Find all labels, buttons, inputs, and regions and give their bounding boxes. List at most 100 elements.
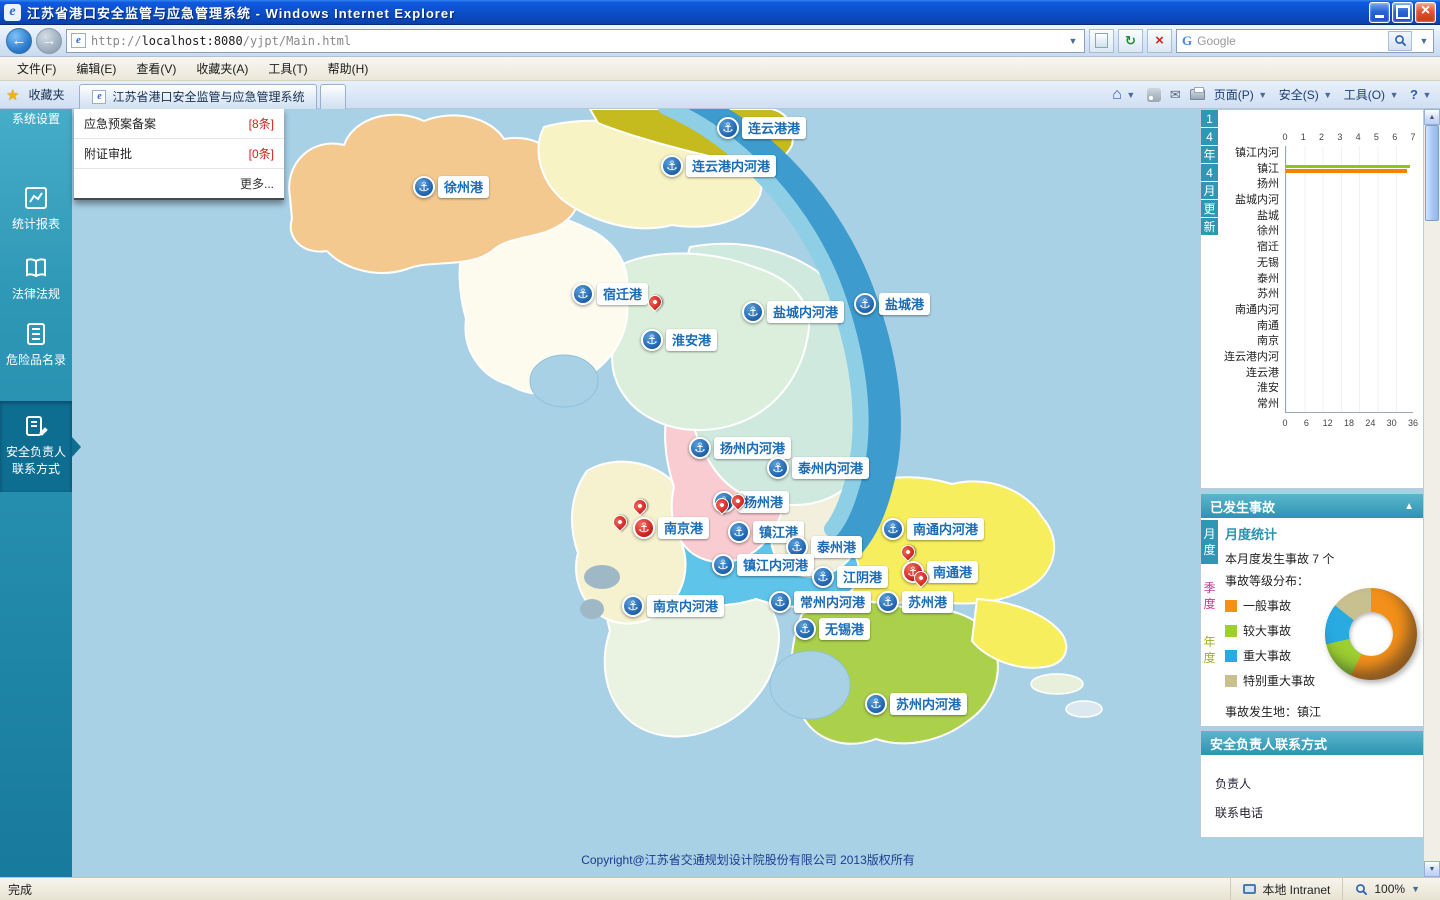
port-marker[interactable]: ⚓ 无锡港 [794, 618, 871, 640]
stop-button[interactable]: × [1147, 28, 1172, 53]
home-dropdown-icon[interactable]: ▼ [1124, 90, 1138, 100]
sidebar-item-hazmat-list[interactable]: 危险品名录 [0, 321, 72, 369]
port-marker[interactable]: ⚓ 南通内河港 [882, 518, 985, 540]
sidebar-item-statistics[interactable]: 统计报表 [0, 185, 72, 233]
menu-favorites[interactable]: 收藏夹(A) [187, 57, 257, 80]
port-marker[interactable]: ⚓ 常州内河港 [769, 591, 872, 613]
minimize-button[interactable] [1369, 1, 1390, 23]
port-marker[interactable]: ⚓ 徐州港 [413, 176, 490, 198]
port-marker[interactable]: ⚓ 南京港 [633, 517, 710, 539]
port-label[interactable]: 泰州内河港 [792, 457, 870, 479]
new-tab-button[interactable] [320, 83, 347, 109]
maximize-button[interactable] [1392, 1, 1413, 23]
page-tab[interactable]: e 江苏省港口安全监管与应急管理系统 [79, 83, 318, 109]
url-text[interactable]: http://localhost:8080/yjpt/Main.html [91, 34, 1061, 48]
feed-icon[interactable] [1146, 87, 1161, 102]
zoom-dropdown-icon[interactable]: ▼ [1411, 884, 1420, 894]
port-label[interactable]: 南通港 [927, 561, 979, 583]
incident-pin[interactable] [911, 568, 931, 588]
port-marker[interactable]: ⚓ 苏州港 [877, 591, 954, 613]
port-marker[interactable]: ⚓ 江阴港 [812, 566, 889, 588]
scroll-up-icon[interactable]: ▲ [1424, 109, 1440, 125]
accidents-header[interactable]: 已发生事故 ▲ [1201, 494, 1423, 518]
menu-help[interactable]: 帮助(H) [319, 57, 378, 80]
port-label[interactable]: 徐州港 [438, 176, 490, 198]
port-label[interactable]: 盐城内河港 [767, 301, 845, 323]
accident-period-tab[interactable]: 季度 [1201, 574, 1218, 618]
close-button[interactable] [1415, 1, 1436, 23]
search-dropdown-icon[interactable]: ▼ [1417, 36, 1431, 46]
address-field[interactable]: e http://localhost:8080/yjpt/Main.html ▼ [66, 28, 1085, 53]
port-marker[interactable]: ⚓ 宿迁港 [572, 283, 649, 305]
port-label[interactable]: 南通内河港 [907, 518, 985, 540]
refresh-button[interactable]: ↻ [1118, 28, 1143, 53]
search-box[interactable]: G Google ▼ [1176, 28, 1434, 53]
port-marker[interactable]: ⚓ 扬州内河港 [689, 437, 792, 459]
port-label[interactable]: 苏州港 [902, 591, 954, 613]
port-label[interactable]: 镇江内河港 [737, 554, 815, 576]
mail-icon[interactable]: ✉ [1170, 87, 1181, 103]
port-marker[interactable]: ⚓ 盐城港 [854, 293, 931, 315]
menu-edit[interactable]: 编辑(E) [67, 57, 125, 80]
port-label[interactable]: 盐城港 [879, 293, 931, 315]
scroll-down-icon[interactable]: ▼ [1424, 861, 1440, 877]
menu-view[interactable]: 查看(V) [127, 57, 185, 80]
accident-period-tab[interactable]: 年度 [1201, 628, 1218, 672]
compatibility-view-button[interactable] [1089, 28, 1114, 53]
port-marker[interactable]: ⚓ 淮安港 [641, 329, 718, 351]
port-label[interactable]: 泰州港 [811, 536, 863, 558]
favorites-button[interactable]: 收藏夹 [23, 83, 69, 106]
port-marker[interactable]: ⚓ 镇江内河港 [712, 554, 815, 576]
sidebar-item-safety-contacts[interactable]: 安全负责人联系方式 [0, 401, 81, 492]
home-button[interactable]: ⌂ ▼ [1112, 86, 1138, 104]
help-button[interactable]: ? ▼ [1410, 87, 1434, 102]
accident-period-tab[interactable]: 月度 [1201, 520, 1218, 564]
collapse-arrow-icon[interactable]: ▲ [1404, 501, 1414, 512]
vertical-scrollbar[interactable]: ▲ ▼ [1424, 109, 1440, 877]
port-label[interactable]: 扬州内河港 [714, 437, 792, 459]
forward-button[interactable]: → [36, 27, 62, 54]
port-marker[interactable]: ⚓ 泰州内河港 [767, 457, 870, 479]
port-label[interactable]: 淮安港 [666, 329, 718, 351]
port-marker[interactable]: ⚓ 盐城内河港 [742, 301, 845, 323]
menu-file[interactable]: 文件(F) [8, 57, 65, 80]
port-label[interactable]: 南京港 [658, 517, 710, 539]
menu-tools[interactable]: 工具(T) [259, 57, 316, 80]
port-label[interactable]: 无锡港 [819, 618, 871, 640]
page-menu-button[interactable]: 页面(P) ▼ [1214, 86, 1270, 103]
incident-pin[interactable] [728, 491, 748, 511]
port-marker[interactable]: ⚓ 南京内河港 [622, 595, 725, 617]
sidebar-item-system-settings[interactable]: 系统设置 [0, 111, 72, 128]
port-marker[interactable]: ⚓ 连云港港 [717, 117, 807, 139]
tools-menu-button[interactable]: 工具(O) ▼ [1344, 86, 1401, 103]
port-label[interactable]: 连云港港 [742, 117, 807, 139]
incident-pin[interactable] [630, 496, 650, 516]
incident-pin[interactable] [610, 512, 630, 532]
contacts-header[interactable]: 安全负责人联系方式 [1201, 731, 1423, 755]
url-dropdown-icon[interactable]: ▼ [1066, 36, 1080, 46]
quick-item-certificate-review[interactable]: 附证审批 [0条] [74, 139, 284, 169]
port-label[interactable]: 扬州港 [738, 491, 790, 513]
port-label[interactable]: 南京内河港 [647, 595, 725, 617]
port-label[interactable]: 常州内河港 [794, 591, 872, 613]
scroll-thumb[interactable] [1425, 125, 1439, 221]
print-icon[interactable] [1189, 87, 1205, 100]
port-label[interactable]: 连云港内河港 [686, 155, 777, 177]
security-menu-button[interactable]: 安全(S) ▼ [1279, 86, 1335, 103]
port-marker[interactable]: ⚓ 连云港内河港 [661, 155, 777, 177]
search-input[interactable]: Google [1197, 34, 1383, 48]
zoom-control[interactable]: 100% ▼ [1342, 878, 1432, 900]
port-label[interactable]: 苏州内河港 [890, 693, 968, 715]
back-button[interactable]: ← [6, 27, 32, 54]
incident-pin[interactable] [712, 495, 732, 515]
port-label[interactable]: 宿迁港 [597, 283, 649, 305]
port-marker[interactable]: ⚓ 苏州内河港 [865, 693, 968, 715]
favorites-star-icon[interactable]: ★ [6, 86, 19, 104]
port-label[interactable]: 江阴港 [837, 566, 889, 588]
quick-item-emergency-plan[interactable]: 应急预案备案 [8条] [74, 109, 284, 139]
incident-pin[interactable] [898, 542, 918, 562]
search-button[interactable] [1388, 30, 1412, 51]
incident-pin[interactable] [645, 292, 665, 312]
more-link[interactable]: 更多... [74, 169, 284, 198]
sidebar-item-laws[interactable]: 法律法规 [0, 255, 72, 303]
